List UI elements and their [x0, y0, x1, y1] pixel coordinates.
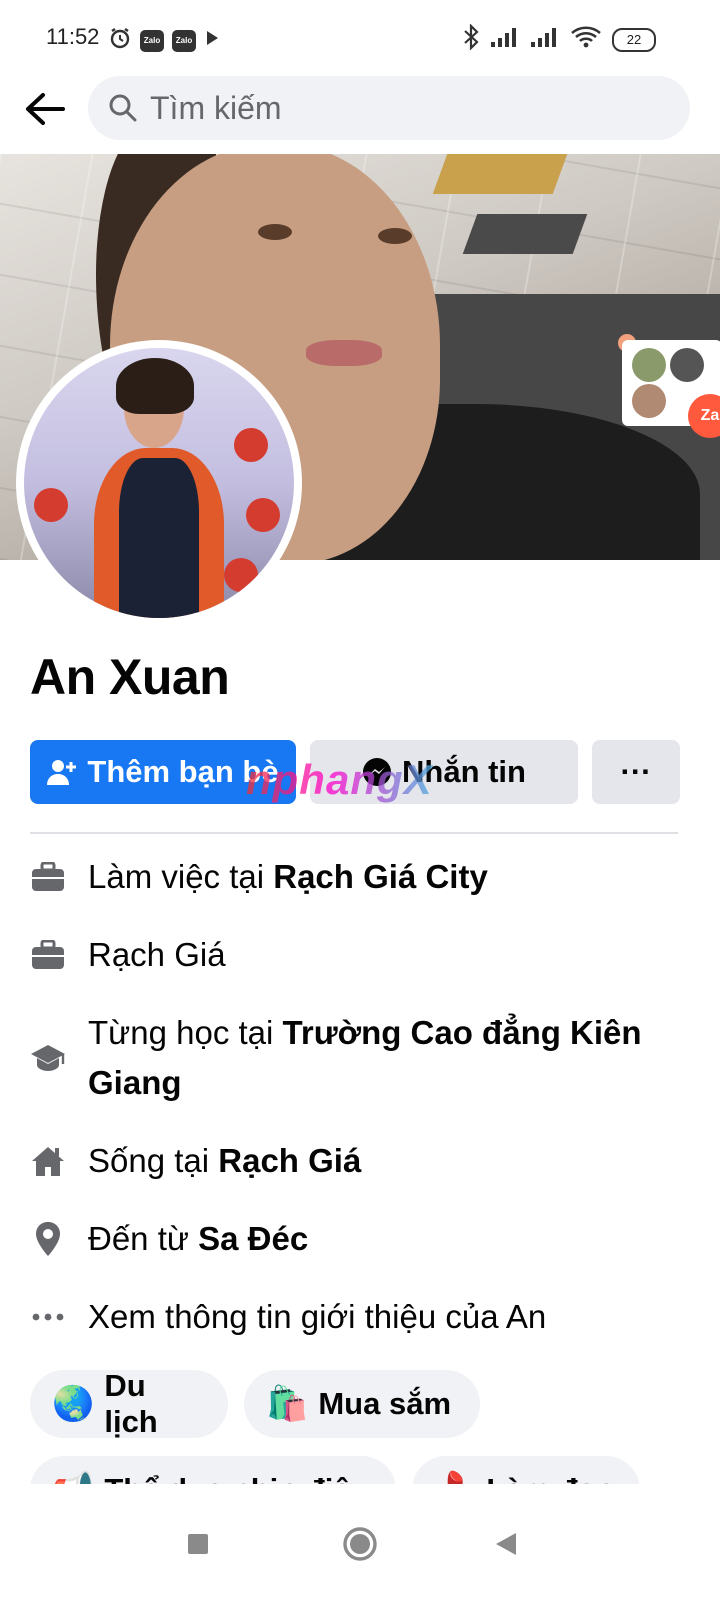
globe-icon: 🌏	[52, 1385, 95, 1423]
zalo-icon: Zalo	[172, 29, 196, 52]
detail-work2-text: Rạch Giá	[88, 936, 226, 973]
back-arrow-button[interactable]	[22, 86, 68, 132]
search-header	[0, 76, 720, 154]
search-icon	[108, 92, 140, 124]
detail-work-prefix: Làm việc tại	[88, 858, 274, 895]
briefcase-icon	[30, 852, 66, 902]
status-right-icons: 22	[462, 23, 656, 55]
home-button[interactable]	[330, 1514, 390, 1574]
hobby-label: Du lịch	[104, 1368, 158, 1439]
profile-avatar[interactable]	[16, 340, 302, 626]
hobby-chip[interactable]: 🌏 Du lịch	[30, 1368, 228, 1439]
more-dots-icon	[30, 1292, 66, 1342]
recent-apps-button[interactable]	[168, 1514, 228, 1574]
status-time: 11:52	[46, 24, 100, 49]
profile-details: Làm việc tại Rạch Giá City Rạch Giá Từng…	[30, 852, 690, 1370]
detail-lives-place[interactable]: Rạch Giá	[218, 1142, 361, 1179]
home-icon	[30, 1136, 66, 1186]
triangle-back-icon	[496, 1533, 516, 1555]
detail-lives-prefix: Sống tại	[88, 1142, 219, 1179]
play-icon	[204, 29, 220, 52]
status-left-icons: Zalo Zalo	[108, 26, 220, 55]
hobby-label: Mua sắm	[318, 1386, 452, 1421]
divider	[30, 832, 678, 834]
system-nav-bar	[0, 1484, 720, 1600]
square-icon	[188, 1534, 208, 1554]
detail-row-from[interactable]: Đến từ Sa Đéc	[30, 1214, 690, 1264]
profile-name: An Xuan	[30, 649, 230, 705]
detail-row-work[interactable]: Làm việc tại Rạch Giá City	[30, 852, 690, 902]
detail-education-prefix: Từng học tại	[88, 1014, 283, 1051]
more-options-button[interactable]: ···	[592, 740, 680, 804]
wifi-icon	[570, 25, 602, 54]
see-about-link[interactable]: Xem thông tin giới thiệu của An	[88, 1298, 546, 1335]
back-button[interactable]	[476, 1514, 536, 1574]
alarm-icon	[108, 26, 132, 55]
zalo-icon: Zalo	[140, 29, 164, 52]
circle-icon	[343, 1527, 377, 1561]
detail-work-place[interactable]: Rạch Giá City	[273, 858, 488, 895]
add-friend-icon	[47, 758, 77, 786]
search-input[interactable]	[148, 88, 652, 128]
hobby-chip[interactable]: 🛍️ Mua sắm	[244, 1370, 480, 1438]
detail-from-place[interactable]: Sa Đéc	[198, 1220, 308, 1257]
detail-row-see-about[interactable]: Xem thông tin giới thiệu của An	[30, 1292, 690, 1342]
briefcase-icon	[30, 930, 66, 980]
detail-row-lives[interactable]: Sống tại Rạch Giá	[30, 1136, 690, 1186]
graduation-cap-icon	[30, 1008, 66, 1108]
watermark-logo: nphangX	[246, 756, 433, 803]
battery-icon: 22	[612, 27, 656, 52]
status-bar: 11:52 Zalo Zalo 22	[0, 0, 720, 76]
shopping-bags-icon: 🛍️	[266, 1385, 309, 1423]
search-bar[interactable]	[88, 76, 690, 140]
signal-icon	[490, 26, 520, 53]
back-arrow-icon	[26, 93, 65, 125]
detail-row-education[interactable]: Từng học tại Trường Cao đẳng Kiên Giang	[30, 1008, 690, 1108]
detail-row-work2[interactable]: Rạch Giá	[30, 930, 690, 980]
bluetooth-icon	[462, 23, 480, 55]
more-options-label: ···	[620, 754, 652, 789]
detail-from-prefix: Đến từ	[88, 1220, 199, 1257]
location-pin-icon	[30, 1214, 66, 1264]
signal-icon	[530, 26, 560, 53]
